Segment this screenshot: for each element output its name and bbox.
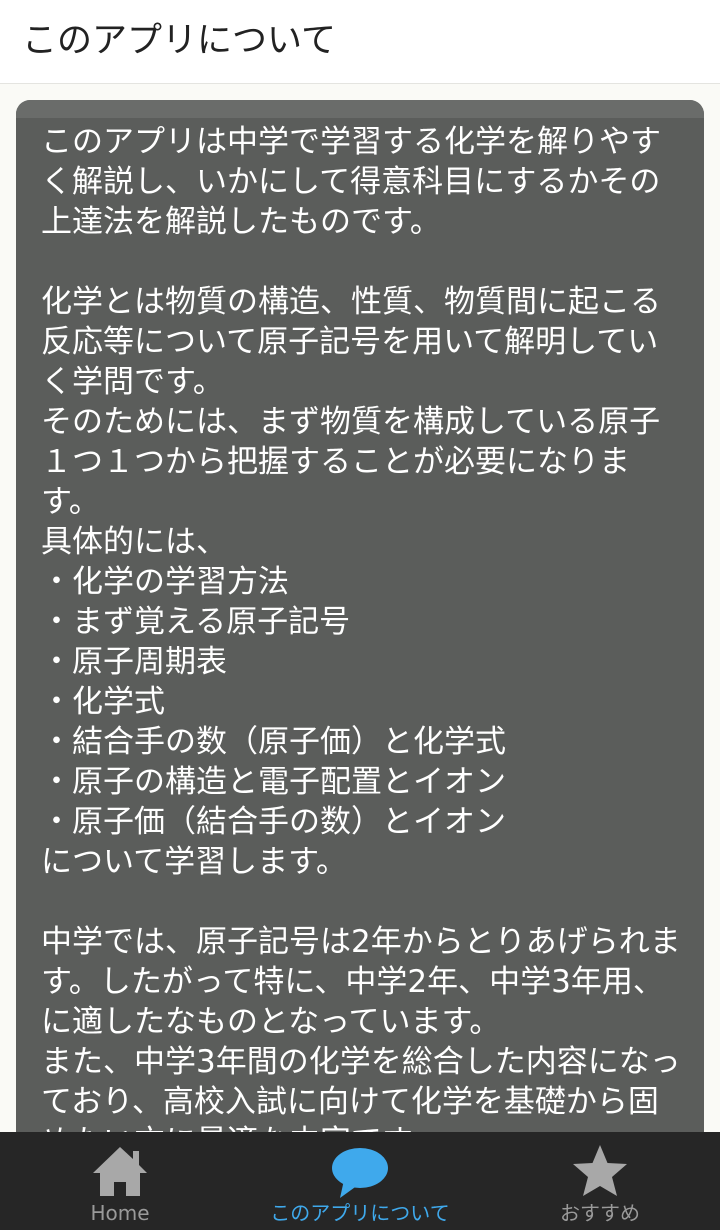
nav-label-about: このアプリについて [270, 1201, 450, 1225]
page-title: このアプリについて [22, 21, 336, 61]
content-panel[interactable]: このアプリは中学で学習する化学を解りやすく解説し、いかにして得意科目にするかその… [16, 100, 704, 1200]
nav-item-home[interactable]: Home [0, 1132, 240, 1230]
nav-label-home: Home [90, 1201, 150, 1225]
speech-bubble-icon [332, 1148, 388, 1198]
app-description-text: このアプリは中学で学習する化学を解りやすく解説し、いかにして得意科目にするかその… [41, 124, 681, 1160]
star-icon [573, 1145, 627, 1196]
nav-label-recommended: おすすめ [560, 1201, 640, 1225]
app-bar: このアプリについて [0, 0, 720, 84]
nav-item-about[interactable]: このアプリについて [240, 1132, 480, 1230]
bottom-navigation: Home このアプリについて おすすめ [0, 1132, 720, 1230]
home-icon [93, 1147, 147, 1196]
panel-highlight [16, 100, 704, 118]
nav-item-recommended[interactable]: おすすめ [480, 1132, 720, 1230]
